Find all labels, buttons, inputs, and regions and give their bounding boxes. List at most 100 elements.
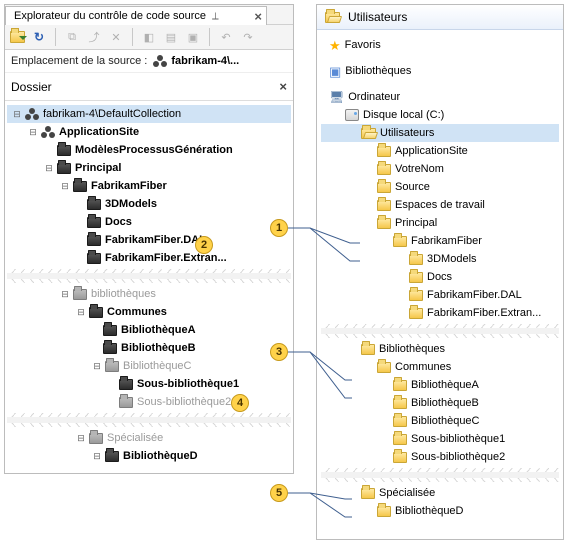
source-folder-icon — [87, 217, 101, 228]
callout-badge-4: 4 — [231, 394, 249, 412]
file-tree: ★Favoris ▣Bibliothèques 🖥Ordinateur Disq… — [317, 30, 563, 526]
source-folder-icon — [87, 235, 101, 246]
tree-item-communes[interactable]: ⊟ Communes — [7, 303, 291, 321]
folder-icon — [377, 182, 391, 193]
tree-item[interactable]: BibliothèqueB — [321, 394, 559, 412]
tree-item[interactable]: VotreNom — [321, 160, 559, 178]
computer-icon: 🖥 — [329, 91, 344, 103]
tree-item-fabrikam[interactable]: ⊟ FabrikamFiber — [7, 177, 291, 195]
refresh-button[interactable]: ↻ — [31, 29, 47, 45]
expander-icon[interactable]: ⊟ — [43, 163, 55, 174]
tree-item-bibd[interactable]: ⊟ BibliothèqueD — [7, 447, 291, 465]
expander-icon[interactable]: ⊟ — [11, 109, 23, 120]
folder-icon — [393, 416, 407, 427]
tree-item[interactable]: ModèlesProcessusGénération — [7, 141, 291, 159]
file-explorer-header: Utilisateurs — [317, 5, 563, 30]
source-folder-icon — [105, 451, 119, 462]
folder-icon — [393, 380, 407, 391]
tree-item[interactable]: ⊟ Spécialisée — [7, 429, 291, 447]
tree-item-fabrikam[interactable]: FabrikamFiber — [321, 232, 559, 250]
tab-bar: Explorateur du contrôle de code source ⟂… — [5, 5, 293, 25]
source-location-value[interactable]: fabrikam-4\... — [153, 55, 239, 67]
folder-icon — [377, 218, 391, 229]
folder-icon — [409, 254, 423, 265]
tree-item[interactable]: Sous-bibliothèque2 — [321, 448, 559, 466]
tab-title: Explorateur du contrôle de code source — [14, 10, 206, 22]
source-folder-icon — [103, 325, 117, 336]
team-icon — [25, 108, 39, 120]
star-icon: ★ — [329, 39, 341, 52]
folder-icon — [377, 506, 391, 517]
tree-item-favoris[interactable]: ★Favoris — [321, 36, 559, 54]
tree-item-bibd[interactable]: BibliothèqueD — [321, 502, 559, 520]
tree-item[interactable]: Docs — [321, 268, 559, 286]
tree-item[interactable]: ApplicationSite — [321, 142, 559, 160]
tree-item-utilisateurs[interactable]: Utilisateurs — [321, 124, 559, 142]
tab-source-explorer[interactable]: Explorateur du contrôle de code source ⟂… — [5, 6, 267, 25]
open-folder-button[interactable] — [9, 29, 25, 45]
tree-item[interactable]: BibliothèqueC — [321, 412, 559, 430]
close-folder-icon[interactable]: × — [279, 79, 287, 94]
expander-icon[interactable]: ⊟ — [59, 181, 71, 192]
expander-icon[interactable]: ⊟ — [91, 361, 103, 372]
history-button: ▤ — [163, 29, 179, 45]
source-folder-icon — [119, 379, 133, 390]
source-tree: ⊟ fabrikam-4\DefaultCollection ⊟ Applica… — [5, 101, 293, 473]
tree-item-communes[interactable]: Communes — [321, 358, 559, 376]
torn-separator — [7, 415, 291, 425]
tree-item[interactable]: ⊟ Principal — [7, 159, 291, 177]
tree-item-disque[interactable]: Disque local (C:) — [321, 106, 559, 124]
separator — [132, 28, 133, 46]
folder-icon — [393, 452, 407, 463]
expander-icon[interactable]: ⊟ — [59, 289, 71, 300]
move-button: ⤴ — [86, 29, 102, 45]
expander-icon[interactable]: ⊟ — [75, 307, 87, 318]
tree-item[interactable]: FabrikamFiber.Extran... — [321, 304, 559, 322]
tree-item-bibliotheques[interactable]: ▣Bibliothèques — [321, 62, 559, 80]
tree-item[interactable]: BibliothèqueB — [7, 339, 291, 357]
folder-icon — [361, 344, 375, 355]
tree-item[interactable]: Espaces de travail — [321, 196, 559, 214]
folder-icon — [409, 290, 423, 301]
tree-item-ordinateur[interactable]: 🖥Ordinateur — [321, 88, 559, 106]
tree-item[interactable]: 3DModels — [7, 195, 291, 213]
tree-item[interactable]: Sous-bibliothèque1 — [7, 375, 291, 393]
library-icon: ▣ — [329, 65, 341, 78]
tree-item[interactable]: 3DModels — [321, 250, 559, 268]
close-icon[interactable]: × — [254, 9, 262, 24]
source-folder-icon — [57, 163, 71, 174]
tree-item[interactable]: FabrikamFiber.DAL — [7, 231, 291, 249]
expander-icon[interactable]: ⊟ — [91, 451, 103, 462]
tree-item-bibc[interactable]: ⊟ BibliothèqueC — [7, 357, 291, 375]
torn-separator — [321, 326, 559, 336]
callout-badge-2: 2 — [195, 236, 213, 254]
tree-item-principal[interactable]: Principal — [321, 214, 559, 232]
pin-icon[interactable]: ⟂ — [212, 11, 219, 22]
source-folder-icon — [87, 253, 101, 264]
source-location-bar: Emplacement de la source : fabrikam-4\..… — [5, 50, 293, 73]
folder-open-icon — [325, 12, 340, 23]
source-folder-icon — [57, 145, 71, 156]
tree-item[interactable]: ⊟ bibliothèques — [7, 285, 291, 303]
source-folder-icon — [119, 397, 133, 408]
expander-icon[interactable]: ⊟ — [27, 127, 39, 138]
tree-item-spec[interactable]: Spécialisée — [321, 484, 559, 502]
tree-item-bibliotheques2[interactable]: Bibliothèques — [321, 340, 559, 358]
tree-item[interactable]: FabrikamFiber.DAL — [321, 286, 559, 304]
tree-root[interactable]: ⊟ fabrikam-4\DefaultCollection — [7, 105, 291, 123]
folder-icon — [409, 272, 423, 283]
expander-icon[interactable]: ⊟ — [75, 433, 87, 444]
separator — [209, 28, 210, 46]
source-control-explorer-pane: Explorateur du contrôle de code source ⟂… — [4, 4, 294, 474]
header-title: Utilisateurs — [348, 10, 407, 24]
tree-item[interactable]: Source — [321, 178, 559, 196]
callout-badge-1: 1 — [270, 219, 288, 237]
tree-item[interactable]: ⊟ ApplicationSite — [7, 123, 291, 141]
tree-item[interactable]: BibliothèqueA — [321, 376, 559, 394]
tree-item[interactable]: BibliothèqueA — [7, 321, 291, 339]
separator — [55, 28, 56, 46]
team-icon — [153, 55, 167, 67]
tree-item[interactable]: Docs — [7, 213, 291, 231]
tree-item[interactable]: FabrikamFiber.Extran... — [7, 249, 291, 267]
tree-item[interactable]: Sous-bibliothèque1 — [321, 430, 559, 448]
